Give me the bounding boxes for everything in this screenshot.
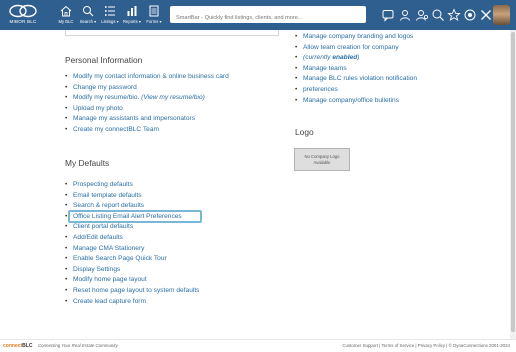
link-manage-violation-notifications[interactable]: Manage BLC rules violation notification — [295, 74, 417, 85]
scrollbar-thumb[interactable] — [511, 32, 515, 332]
link-modify-resume[interactable]: Modify my resume/bio. (View my resume/bi… — [65, 93, 229, 104]
home-icon — [60, 5, 72, 17]
link-manage-bulletins[interactable]: Manage company/office bulletins — [295, 96, 417, 107]
chat-icon[interactable] — [381, 8, 395, 22]
smartbar-search-input[interactable] — [170, 9, 366, 27]
search-icon — [83, 6, 94, 17]
star-icon[interactable] — [447, 8, 461, 22]
connectblc-brand: connectBLC — [3, 343, 32, 349]
brand-prefix: connect — [3, 343, 23, 349]
link-manage-teams[interactable]: Manage teams — [295, 64, 417, 75]
link-client-portal-defaults[interactable]: Client portal defaults — [65, 222, 199, 233]
company-logo-placeholder: No Company Logo Available — [294, 148, 350, 171]
mibor-blc-logo[interactable]: MIBOR BLC — [3, 3, 43, 27]
link-modify-contact-info[interactable]: Modify my contact information & online b… — [65, 72, 229, 83]
link-violation-preferences[interactable]: preferences — [295, 85, 417, 96]
zoom-icon[interactable] — [431, 8, 445, 22]
brand-suffix: BLC — [22, 343, 33, 349]
link-reset-home-layout[interactable]: Reset home page layout to system default… — [65, 286, 199, 297]
link-create-team[interactable]: Create my connectBLC Team — [65, 125, 229, 136]
link-manage-cma-stationery[interactable]: Manage CMA Stationery — [65, 244, 199, 255]
my-defaults-list: Prospecting defaults Email template defa… — [65, 180, 202, 308]
office-listing-label: Office Listing Email Alert Preferences — [73, 212, 182, 220]
panel-border — [65, 30, 279, 36]
status-value: enabled — [332, 54, 358, 62]
link-modify-home-layout[interactable]: Modify home page layout — [65, 275, 199, 286]
company-settings-list: Manage company branding and logos Allow … — [295, 32, 417, 106]
link-change-password[interactable]: Change my password — [65, 83, 229, 94]
nav-forms[interactable]: Forms ▾ — [143, 3, 165, 27]
link-manage-branding[interactable]: Manage company branding and logos — [295, 32, 417, 43]
user-search-icon[interactable] — [415, 8, 429, 22]
link-enable-quick-tour[interactable]: Enable Search Page Quick Tour — [65, 254, 199, 265]
link-allow-team-creation[interactable]: Allow team creation for company — [295, 43, 417, 54]
nav-label: Forms ▾ — [146, 19, 162, 24]
listings-icon — [105, 6, 115, 16]
link-create-lead-capture-form[interactable]: Create lead capture form — [65, 297, 199, 308]
vertical-scrollbar[interactable] — [510, 30, 516, 342]
main-content: Personal Information Modify my contact i… — [55, 30, 510, 328]
logo-rings-icon — [9, 4, 37, 18]
my-defaults-title: My Defaults — [65, 158, 110, 168]
team-creation-status: (currently enabled) — [295, 53, 417, 64]
top-navigation-bar: MIBOR BLC My BLC Search ▾ Listings ▾ Rep… — [0, 0, 516, 30]
link-manage-assistants[interactable]: Manage my assistants and impersonators — [65, 114, 229, 125]
logo-placeholder-line2: Available — [313, 159, 331, 165]
link-upload-photo[interactable]: Upload my photo — [65, 104, 229, 115]
footer-tagline: Connecting Your Real Estate Community — [38, 343, 118, 348]
logo-title: Logo — [295, 127, 314, 137]
link-search-report-defaults[interactable]: Search & report defaults — [65, 201, 199, 212]
reports-icon — [127, 6, 137, 16]
link-prospecting-defaults[interactable]: Prospecting defaults — [65, 180, 199, 191]
link-email-template-defaults[interactable]: Email template defaults — [65, 191, 199, 202]
smartbar — [170, 6, 366, 27]
globe-icon[interactable] — [463, 8, 477, 22]
forms-icon — [149, 5, 159, 17]
personal-information-list: Modify my contact information & online b… — [65, 72, 229, 136]
contacts-icon[interactable] — [398, 8, 412, 22]
violation-preferences-text: preferences — [303, 85, 338, 93]
link-view-resume[interactable]: (View my resume/bio) — [141, 94, 205, 101]
logo-text: MIBOR BLC — [9, 19, 37, 24]
tools-icon[interactable] — [479, 8, 493, 22]
footer-links[interactable]: Customer Support | Terms of Service | Pr… — [342, 343, 510, 348]
link-office-listing-email-alert-preferences[interactable]: Office Listing Email Alert Preferences — [65, 209, 202, 223]
footer: connectBLC Connecting Your Real Estate C… — [0, 339, 516, 352]
personal-information-title: Personal Information — [65, 55, 143, 65]
status-suffix: ) — [357, 54, 360, 62]
status-prefix: (currently — [303, 54, 333, 62]
link-display-settings[interactable]: Display Settings — [65, 265, 199, 276]
link-add-edit-defaults[interactable]: Add/Edit defaults — [65, 233, 199, 244]
user-avatar[interactable] — [493, 5, 510, 25]
resume-label: Modify my resume/bio. — [73, 94, 140, 102]
